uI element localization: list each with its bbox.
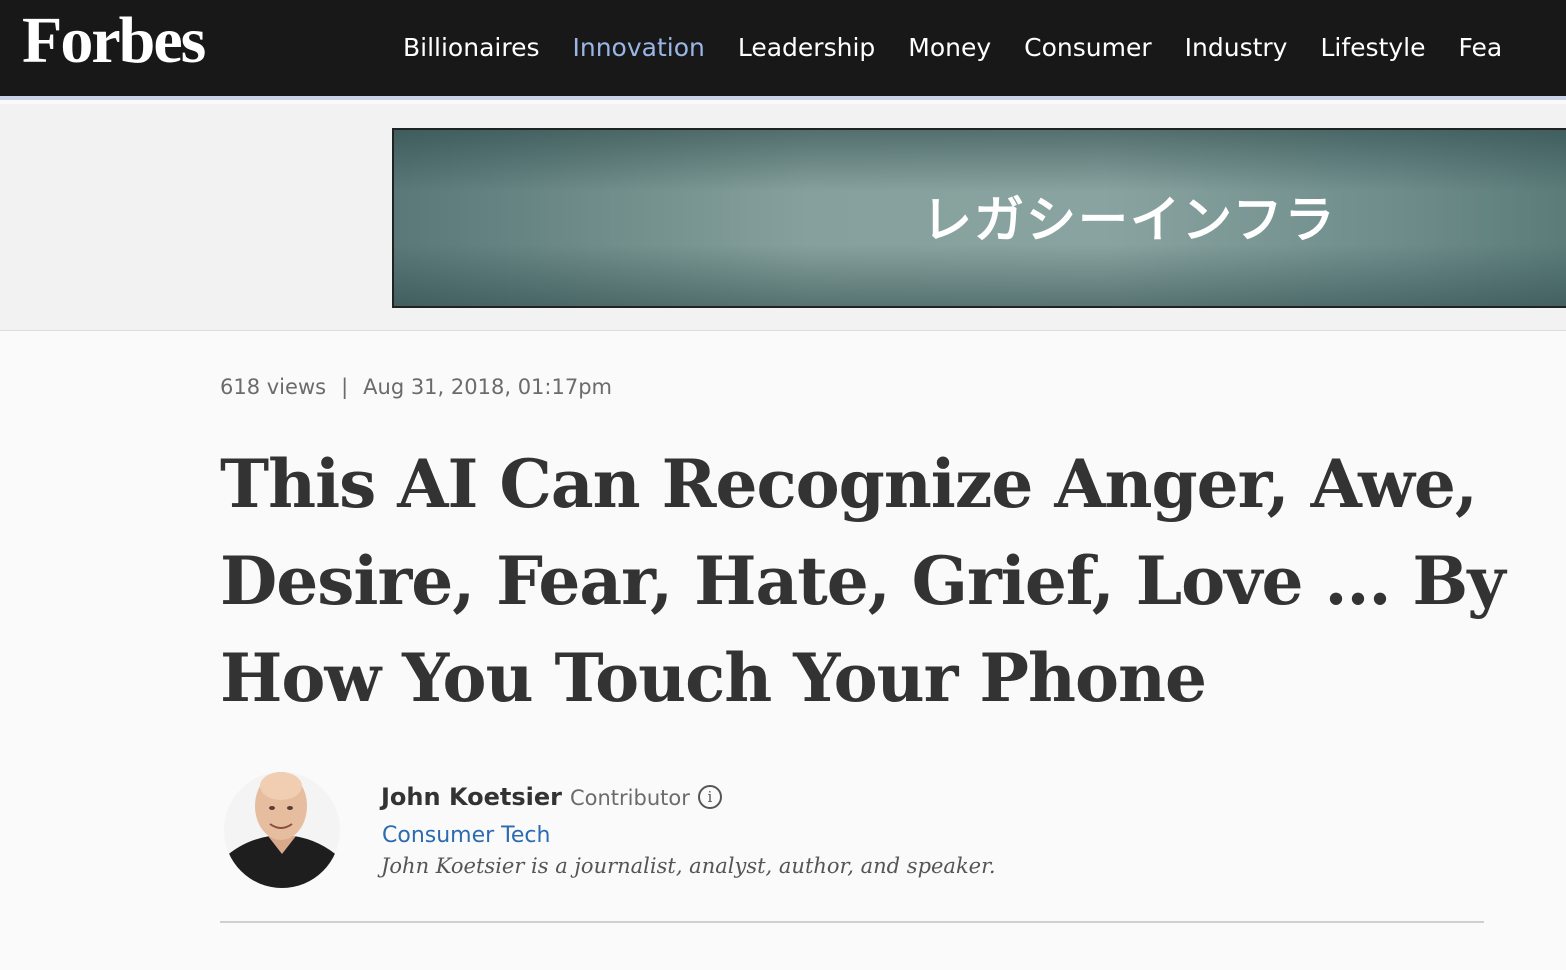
nav-item-money[interactable]: Money <box>908 30 991 66</box>
info-icon[interactable]: i <box>697 785 722 809</box>
nav-item-industry[interactable]: Industry <box>1185 30 1288 66</box>
top-nav-bar: Forbes Billionaires Innovation Leadershi… <box>0 0 1566 100</box>
author-line: John Koetsier Contributor i <box>381 780 722 818</box>
section-nav: Billionaires Innovation Leadership Money… <box>403 30 1535 66</box>
author-avatar[interactable] <box>224 766 340 890</box>
nav-item-features[interactable]: Fea <box>1459 30 1503 66</box>
forbes-logo[interactable]: Forbes <box>22 8 206 74</box>
meta-separator: | <box>341 375 349 399</box>
publish-date: Aug 31, 2018, 01:17pm <box>363 375 612 399</box>
divider <box>220 921 1484 923</box>
article-meta: 618 views | Aug 31, 2018, 01:17pm <box>220 372 612 402</box>
author-bio: John Koetsier is a journalist, analyst, … <box>381 854 996 878</box>
author-name[interactable]: John Koetsier <box>381 783 562 811</box>
author-role: Contributor <box>569 786 690 810</box>
view-count: 618 views <box>220 375 327 399</box>
channel-link[interactable]: Consumer Tech <box>382 821 550 851</box>
nav-item-leadership[interactable]: Leadership <box>738 30 875 66</box>
nav-item-consumer[interactable]: Consumer <box>1024 30 1151 66</box>
ad-text: レガシーインフラ <box>922 191 1337 249</box>
article-headline: This AI Can Recognize Anger, Awe, Desire… <box>220 445 1506 717</box>
ad-band: レガシーインフラ <box>0 104 1566 331</box>
ad-banner[interactable]: レガシーインフラ <box>392 128 1566 308</box>
nav-item-lifestyle[interactable]: Lifestyle <box>1320 30 1425 66</box>
nav-item-billionaires[interactable]: Billionaires <box>403 30 539 66</box>
nav-item-innovation[interactable]: Innovation <box>572 30 704 66</box>
